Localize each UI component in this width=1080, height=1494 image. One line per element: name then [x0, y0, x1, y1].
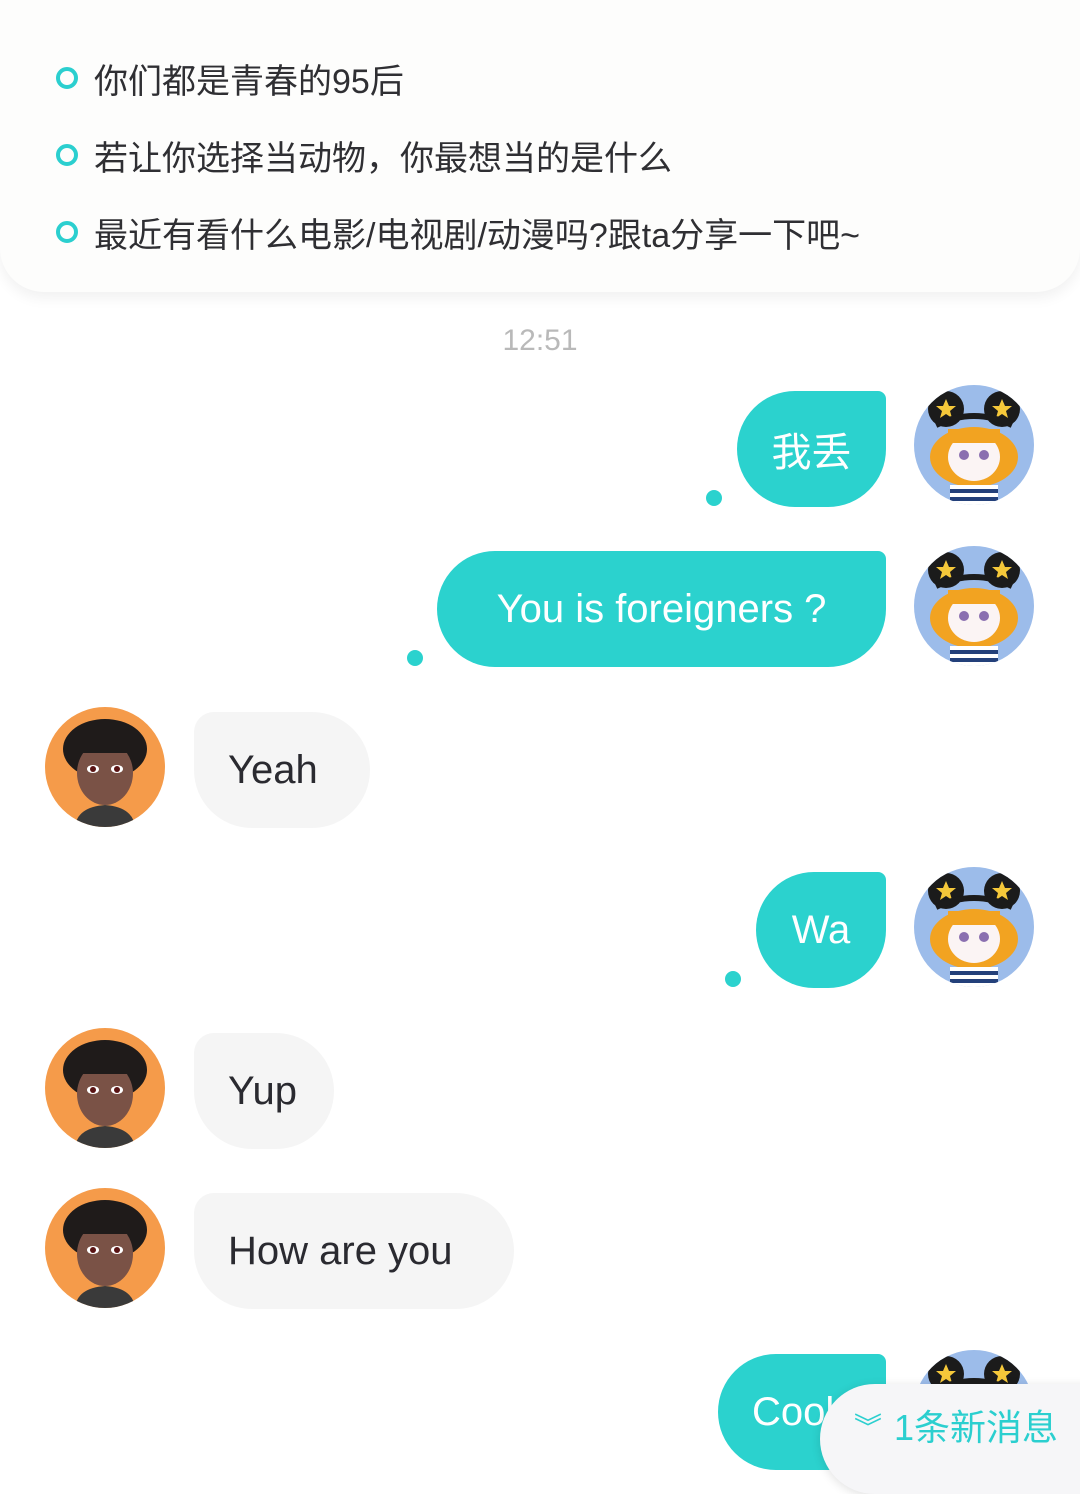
- outgoing-message-bubble[interactable]: You is foreigners ?: [437, 551, 886, 667]
- read-status-dot: [407, 650, 423, 666]
- topic-item[interactable]: 最近有看什么电影/电视剧/动漫吗?跟ta分享一下吧~: [56, 207, 860, 257]
- my-avatar[interactable]: [914, 546, 1034, 666]
- incoming-message-bubble[interactable]: Yeah: [194, 712, 370, 828]
- message-text: Yup: [228, 1068, 297, 1113]
- read-status-dot: [706, 490, 722, 506]
- contact-avatar[interactable]: [45, 1188, 165, 1308]
- message-text: Yeah: [228, 747, 318, 792]
- contact-avatar[interactable]: [45, 707, 165, 827]
- message-timestamp: 12:51: [502, 324, 578, 357]
- contact-avatar[interactable]: [45, 1028, 165, 1148]
- topic-text: 若让你选择当动物，你最想当的是什么: [94, 139, 672, 178]
- topic-text: 最近有看什么电影/电视剧/动漫吗?跟ta分享一下吧~: [94, 216, 861, 255]
- outgoing-message-bubble[interactable]: 我丢: [737, 391, 886, 507]
- message-text: 我丢: [771, 431, 852, 475]
- topic-text: 你们都是青春的95后: [94, 62, 404, 101]
- message-text: Wa: [791, 907, 851, 952]
- ring-bullet-icon: [56, 67, 78, 89]
- topic-suggestions-card: 你们都是青春的95后 若让你选择当动物，你最想当的是什么 最近有看什么电影/电视…: [0, 0, 1080, 292]
- message-text: You is foreigners ?: [496, 586, 827, 631]
- read-status-dot: [725, 971, 741, 987]
- new-message-label: 1条新消息: [894, 1407, 1059, 1448]
- my-avatar[interactable]: [914, 867, 1034, 987]
- incoming-message-bubble[interactable]: How are you: [194, 1193, 514, 1309]
- incoming-message-bubble[interactable]: Yup: [194, 1033, 334, 1149]
- topic-item[interactable]: 你们都是青春的95后: [56, 53, 404, 103]
- ring-bullet-icon: [56, 144, 78, 166]
- outgoing-message-bubble[interactable]: Wa: [756, 872, 886, 988]
- double-chevron-down-icon: ︾: [854, 1412, 883, 1443]
- new-message-banner[interactable]: ︾ 1条新消息: [820, 1384, 1080, 1494]
- ring-bullet-icon: [56, 221, 78, 243]
- topic-item[interactable]: 若让你选择当动物，你最想当的是什么: [56, 130, 672, 180]
- my-avatar[interactable]: [914, 385, 1034, 505]
- message-text: How are you: [228, 1228, 453, 1273]
